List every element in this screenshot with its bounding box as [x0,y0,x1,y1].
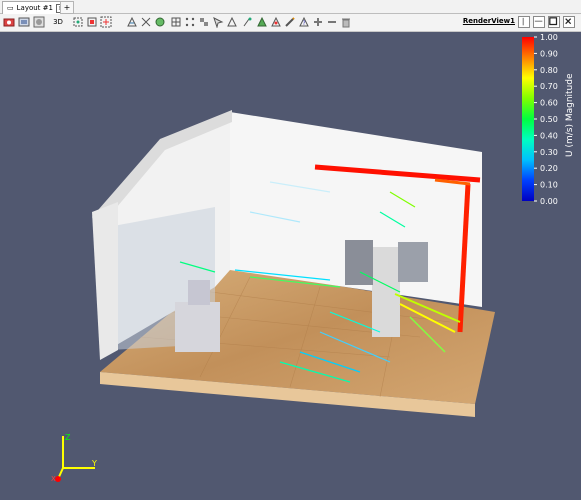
person-block [372,247,400,337]
partition-block [92,202,118,360]
legend-tick-label: 0.10 [540,181,558,190]
legend-tick-label: 0.30 [540,148,558,157]
scene-canvas: Z Y X 1.00 0.90 0.80 0.70 0.60 0.50 0.40 0.30 0.… [51,33,575,483]
orientation-axes: Z Y X [51,433,97,483]
layout-icon: ▭ [7,4,14,12]
view-toolbar: 3D ? RenderView1 [0,14,581,32]
capture-icon[interactable] [33,16,45,28]
split-horizontal-icon[interactable] [518,16,530,28]
select-cells-icon[interactable] [170,16,182,28]
legend-tick-label: 0.20 [540,164,558,173]
close-view-icon[interactable] [563,16,575,28]
cabinet-block [188,280,210,305]
equipment-block-2 [398,242,428,282]
hover-points-icon[interactable] [242,16,254,28]
legend-tick-label: 0.80 [540,66,558,75]
axis-label-z: Z [65,433,71,442]
select-points-icon[interactable] [184,16,196,28]
plus-icon[interactable] [312,16,324,28]
hover-cells-icon[interactable] [256,16,268,28]
desk-block [175,302,220,352]
minus-icon[interactable] [326,16,338,28]
query-icon[interactable]: ? [298,16,310,28]
reset-camera-icon[interactable] [72,16,84,28]
render-viewport[interactable]: Z Y X 1.00 0.90 0.80 0.70 0.60 0.50 0.40 0.30 0.… [0,32,581,500]
tab-bar: ▭ Layout #1 × + [0,0,581,14]
screenshot-icon[interactable] [18,16,30,28]
legend-tick-label: 0.40 [540,131,558,140]
legend-tick-label: 0.90 [540,49,558,58]
tab-label: Layout #1 [16,4,53,12]
svg-text:?: ? [303,20,306,27]
view-axis-icon[interactable] [126,16,138,28]
legend-color-bar [522,37,534,201]
camera-icon[interactable] [3,16,15,28]
legend-title: U (m/s) Magnitude [565,73,575,157]
interactive-select-icon[interactable] [212,16,224,28]
legend-tick-label: 0.70 [540,82,558,91]
legend-tick-label: 0.60 [540,99,558,108]
select-blocks-icon[interactable] [198,16,210,28]
orientation-axes-icon[interactable] [154,16,166,28]
zoom-to-box-icon[interactable] [100,16,112,28]
select-frustum-icon[interactable] [226,16,238,28]
trash-icon[interactable] [340,16,352,28]
axis-label-y: Y [91,459,97,468]
view-x-icon[interactable] [140,16,152,28]
legend-ticks: 1.00 0.90 0.80 0.70 0.60 0.50 0.40 0.30 0.20 0.10… [534,33,558,206]
split-vertical-icon[interactable] [533,16,545,28]
edit-selection-icon[interactable] [284,16,296,28]
maximize-icon[interactable] [548,16,560,28]
color-legend: 1.00 0.90 0.80 0.70 0.60 0.50 0.40 0.30 0.20 0.10… [522,33,575,206]
render-view-title[interactable]: RenderView1 [463,17,515,25]
legend-tick-label: 0.00 [540,197,558,206]
mode-3d-button[interactable]: 3D [50,16,66,28]
grow-selection-icon[interactable] [270,16,282,28]
legend-tick-label: 0.50 [540,115,558,124]
axis-label-x: X [51,475,56,483]
zoom-to-data-icon[interactable] [86,16,98,28]
legend-tick-label: 1.00 [540,33,558,42]
equipment-block [345,240,373,285]
add-tab-button[interactable]: + [60,1,74,14]
